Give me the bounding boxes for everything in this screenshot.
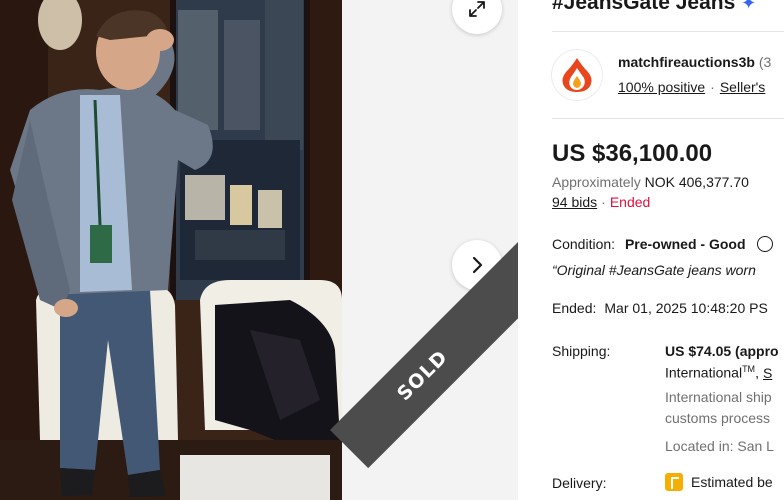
bid-history-link[interactable]: 94 bids bbox=[552, 194, 597, 210]
seller-avatar[interactable] bbox=[552, 50, 602, 100]
separator-dot: · bbox=[710, 79, 715, 95]
condition-label: Condition: bbox=[552, 236, 616, 252]
expand-icon bbox=[469, 1, 485, 17]
divider bbox=[552, 118, 784, 119]
delivery-label: Delivery: bbox=[552, 475, 607, 491]
shipping-type-trademark: TM bbox=[742, 364, 756, 374]
flame-icon bbox=[562, 58, 592, 92]
listing-title: #JeansGate Jeans ✦ bbox=[552, 0, 756, 15]
approx-price: Approximately NOK 406,377.70 bbox=[552, 174, 749, 190]
bids-row: 94 bids · Ended bbox=[552, 194, 650, 210]
ended-row: Ended: Mar 01, 2025 10:48:20 PS bbox=[552, 300, 768, 316]
approx-value: NOK 406,377.70 bbox=[644, 174, 749, 190]
seller-card: matchfireauctions3b (3 100% positive · Sel… bbox=[552, 46, 784, 106]
chevron-right-icon bbox=[472, 256, 483, 274]
seller-name[interactable]: matchfireauctions3b (3 bbox=[618, 54, 771, 70]
shipping-cost: US $74.05 (appro bbox=[665, 343, 779, 359]
shipping-label: Shipping: bbox=[552, 343, 611, 359]
expand-image-button[interactable] bbox=[452, 0, 502, 34]
shipping-type: InternationalTM, S bbox=[665, 364, 772, 381]
ended-value: Mar 01, 2025 10:48:20 PS bbox=[604, 300, 768, 316]
seller-notes: “Original #JeansGate jeans worn bbox=[552, 262, 756, 278]
condition-row: Condition: Pre-owned - Good bbox=[552, 236, 774, 252]
seller-feedback-link[interactable]: 100% positive bbox=[618, 79, 705, 95]
ended-label: Ended: bbox=[552, 300, 597, 316]
condition-value: Pre-owned - Good bbox=[624, 236, 746, 252]
delivery-estimate: Estimated be bbox=[665, 473, 773, 491]
sold-ribbon-label: SOLD bbox=[393, 345, 453, 406]
status-badge: Ended bbox=[609, 194, 651, 210]
image-gallery: SOLD bbox=[0, 0, 518, 500]
separator-dot: · bbox=[601, 194, 606, 210]
delivery-value: Estimated be bbox=[691, 474, 773, 490]
item-location: Located in: San L bbox=[665, 438, 774, 454]
listing-details: #JeansGate Jeans ✦ matchfireauctions3b (… bbox=[518, 0, 784, 500]
listing-photo[interactable] bbox=[0, 0, 342, 500]
price: US $36,100.00 bbox=[552, 140, 713, 167]
info-icon[interactable] bbox=[757, 236, 774, 252]
divider bbox=[552, 31, 784, 32]
shipping-note: customs process bbox=[665, 410, 771, 426]
calendar-icon bbox=[665, 473, 683, 491]
seller-links: 100% positive · Seller's bbox=[618, 79, 765, 95]
approx-prefix: Approximately bbox=[552, 174, 641, 190]
shipping-type-text: International bbox=[665, 364, 743, 381]
shipping-type-suffix: , bbox=[755, 364, 759, 381]
seller-other-items-link[interactable]: Seller's bbox=[720, 79, 765, 95]
sparkle-icon: ✦ bbox=[741, 0, 757, 13]
seller-name-text: matchfireauctions3b bbox=[618, 54, 755, 70]
listing-title-text: #JeansGate Jeans bbox=[552, 0, 736, 14]
shipping-note: International ship bbox=[665, 389, 772, 405]
see-details-link[interactable]: S bbox=[763, 365, 772, 381]
seller-feedback-count: (3 bbox=[758, 54, 772, 70]
